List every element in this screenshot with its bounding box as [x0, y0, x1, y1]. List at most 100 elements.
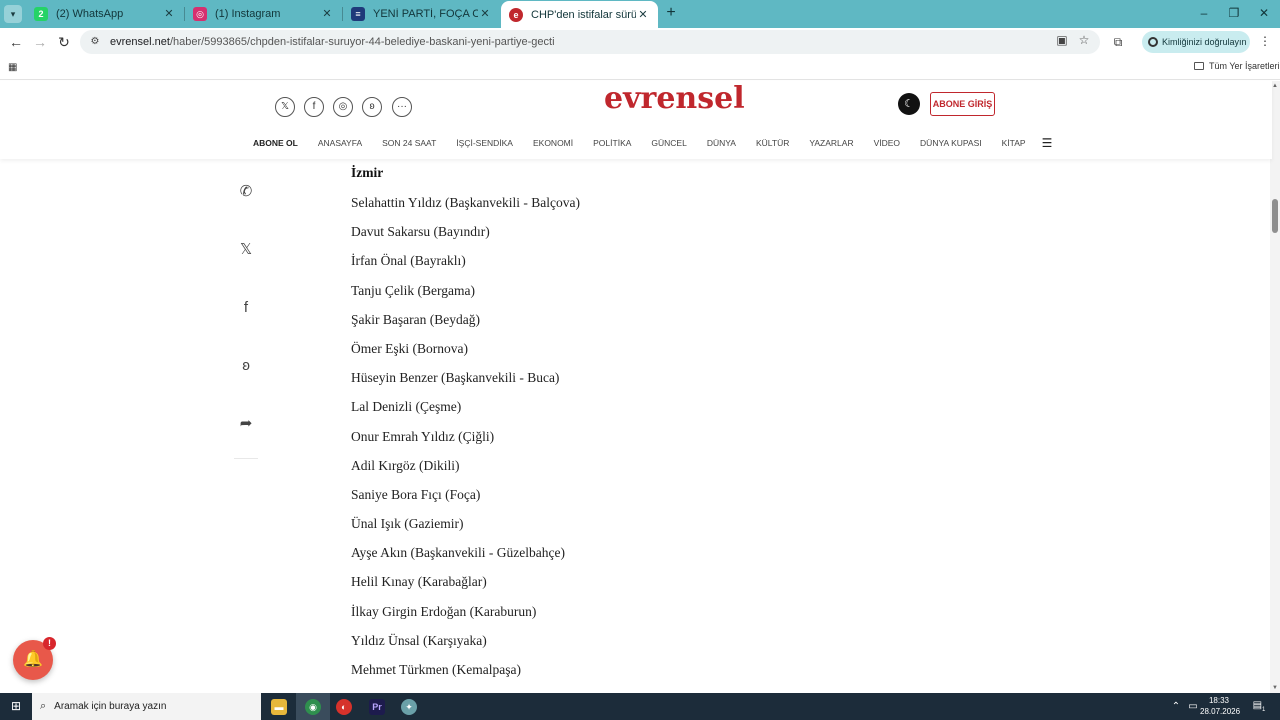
- nav-item-kitap[interactable]: KİTAP: [992, 138, 1036, 148]
- apps-grid-icon[interactable]: ▦: [8, 62, 20, 74]
- extensions-icon[interactable]: ⧉: [1110, 34, 1126, 50]
- taskbar-premiere[interactable]: Pr: [360, 693, 394, 720]
- close-icon[interactable]: ✕: [320, 7, 334, 21]
- scrollbar-thumb[interactable]: [1272, 199, 1278, 233]
- list-item: Onur Emrah Yıldız (Çiğli): [351, 428, 495, 444]
- nav-item-guncel[interactable]: GÜNCEL: [641, 138, 696, 148]
- more-icon[interactable]: ···: [392, 97, 412, 117]
- forward-icon[interactable]: →: [30, 32, 50, 52]
- tab-title: CHP'den istifalar sürüyor: 44 be: [531, 8, 636, 21]
- tab-title: (2) WhatsApp: [56, 8, 124, 20]
- main-nav: ABONE OL ANASAYFA SON 24 SAAT İŞÇİ-SENDİ…: [248, 133, 1058, 153]
- nav-item-dunya[interactable]: DÜNYA: [697, 138, 746, 148]
- nav-item-politika[interactable]: POLİTİKA: [583, 138, 641, 148]
- tab-title: YENİ PARTİ, FOÇA CHP'NİN İNS: [373, 8, 478, 20]
- taskbar-chrome[interactable]: ◉: [296, 693, 330, 720]
- network-icon[interactable]: ▭: [1186, 693, 1200, 720]
- site-header: 𝕏 f ◎ ʚ ··· evrensel ☾ ABONE GİRİŞ ABONE…: [0, 81, 1272, 159]
- instagram-icon[interactable]: ◎: [333, 97, 353, 117]
- whatsapp-icon[interactable]: ✆: [234, 180, 258, 204]
- nav-item-yazarlar[interactable]: YAZARLAR: [799, 138, 863, 148]
- notification-center-icon[interactable]: ▤1: [1250, 698, 1268, 714]
- list-item: Şakir Başaran (Beydağ): [351, 311, 480, 327]
- nav-item-kultur[interactable]: KÜLTÜR: [746, 138, 799, 148]
- taskbar-search-placeholder: Aramak için buraya yazın: [54, 701, 167, 712]
- tab-evrensel-active[interactable]: e CHP'den istifalar sürüyor: 44 be ✕: [501, 1, 658, 28]
- nav-item-ekonomi[interactable]: EKONOMİ: [523, 138, 583, 148]
- clock-date: 28.07.2026: [1200, 707, 1241, 716]
- facebook-icon[interactable]: f: [304, 97, 324, 117]
- x-icon[interactable]: 𝕏: [234, 238, 258, 262]
- bell-icon: 🔔: [23, 651, 43, 668]
- nav-item-dunya-kupasi[interactable]: DÜNYA KUPASI: [910, 138, 992, 148]
- taskbar-search-box[interactable]: ⌕ Aramak için buraya yazın: [32, 693, 261, 720]
- taskbar-pdf-app[interactable]: ◐: [327, 693, 361, 720]
- close-icon[interactable]: ✕: [478, 7, 492, 21]
- reload-icon[interactable]: ↻: [54, 32, 74, 52]
- subscribe-login-button[interactable]: ABONE GİRİŞ: [930, 92, 995, 116]
- list-item: Ünal Işık (Gaziemir): [351, 516, 464, 532]
- notification-badge: !: [43, 637, 56, 650]
- site-logo[interactable]: evrensel: [604, 81, 745, 116]
- pdf-icon: ◐: [336, 698, 352, 715]
- page-scrollbar[interactable]: ▲ ▼: [1270, 81, 1280, 693]
- whatsapp-icon: 2: [34, 7, 48, 21]
- bookmark-star-icon[interactable]: ☆: [1076, 32, 1092, 48]
- install-app-icon[interactable]: ▣: [1054, 32, 1070, 48]
- list-item: Selahattin Yıldız (Başkanvekili - Balçov…: [351, 195, 580, 210]
- close-window-button[interactable]: ✕: [1246, 3, 1280, 23]
- nav-item-son-24-saat[interactable]: SON 24 SAAT: [372, 138, 446, 148]
- taskbar-file-explorer[interactable]: ▬: [262, 693, 296, 720]
- app-icon: ✦: [401, 698, 417, 715]
- nav-item-video[interactable]: VİDEO: [864, 138, 910, 148]
- tab-news[interactable]: ≡ YENİ PARTİ, FOÇA CHP'NİN İNS ✕: [343, 2, 500, 26]
- news-icon: ≡: [351, 7, 365, 21]
- windows-taskbar: ⊞ ⌕ Aramak için buraya yazın ▬ ◉ ◐ Pr ✦ …: [0, 693, 1280, 720]
- identity-button[interactable]: Kimliğinizi doğrulayın: [1142, 31, 1250, 53]
- tab-instagram[interactable]: ◎ (1) Instagram ✕: [185, 2, 342, 26]
- nav-item-abone-ol[interactable]: ABONE OL: [248, 138, 308, 148]
- share-icon[interactable]: ➦: [234, 412, 258, 436]
- list-item: Davut Sakarsu (Bayındır): [351, 224, 490, 240]
- list-item: Ayşe Akın (Başkanvekili - Güzelbahçe): [351, 545, 565, 561]
- new-tab-button[interactable]: +: [662, 4, 680, 22]
- chrome-icon: ◉: [305, 698, 321, 715]
- facebook-icon[interactable]: f: [234, 296, 258, 320]
- site-info-icon[interactable]: ⚙: [88, 35, 102, 49]
- list-item: Yıldız Ünsal (Karşıyaka): [351, 632, 487, 648]
- back-icon[interactable]: ←: [6, 32, 26, 52]
- list-item: Lal Denizli (Çeşme): [351, 399, 462, 415]
- windows-start-icon[interactable]: ⊞: [0, 693, 32, 720]
- bluesky-icon[interactable]: ʚ: [234, 354, 258, 378]
- scroll-down-arrow-icon[interactable]: ▼: [1270, 685, 1280, 691]
- nav-item-anasayfa[interactable]: ANASAYFA: [308, 138, 372, 148]
- bluesky-icon[interactable]: ʚ: [362, 97, 382, 117]
- list-item: Tanju Çelik (Bergama): [351, 282, 476, 298]
- close-icon[interactable]: ✕: [162, 7, 176, 21]
- all-bookmarks-button[interactable]: Tüm Yer İşaretleri: [1194, 61, 1280, 71]
- taskbar-clock[interactable]: 18:33 28.07.2026: [1200, 695, 1241, 717]
- url-path: /haber/5993865/chpden-istifalar-suruyor-…: [169, 36, 555, 48]
- browser-toolbar: ← → ↻ ⚙ evrensel.net/haber/5993865/chpde…: [0, 28, 1280, 56]
- tab-whatsapp[interactable]: 2 (2) WhatsApp ✕: [26, 2, 184, 26]
- address-bar[interactable]: ⚙ evrensel.net/haber/5993865/chpden-isti…: [80, 30, 1100, 54]
- nav-item-isci-sendika[interactable]: İŞÇİ-SENDİKA: [446, 138, 523, 148]
- taskbar-app[interactable]: ✦: [392, 693, 426, 720]
- url-domain: evrensel.net: [110, 36, 170, 48]
- bookmarks-bar: ▦ Tüm Yer İşaretleri: [0, 56, 1280, 80]
- list-item: İlkay Girgin Erdoğan (Karaburun): [351, 603, 537, 619]
- hamburger-menu-icon[interactable]: ☰: [1036, 136, 1059, 150]
- folder-icon: ▬: [271, 698, 287, 715]
- x-icon[interactable]: 𝕏: [275, 97, 295, 117]
- close-icon[interactable]: ✕: [636, 8, 650, 22]
- tab-search-button[interactable]: ▾: [4, 5, 22, 23]
- dark-mode-icon[interactable]: ☾: [898, 93, 920, 115]
- evrensel-icon: e: [509, 7, 523, 22]
- premiere-icon: Pr: [369, 698, 385, 715]
- browser-menu-icon[interactable]: ⋮: [1258, 34, 1272, 50]
- identity-label: Kimliğinizi doğrulayın: [1162, 37, 1247, 47]
- list-item: İrfan Önal (Bayraklı): [351, 253, 466, 269]
- search-icon: ⌕: [40, 700, 47, 712]
- tray-chevron-icon[interactable]: ⌃: [1170, 693, 1182, 720]
- notification-count: 1: [1262, 707, 1266, 713]
